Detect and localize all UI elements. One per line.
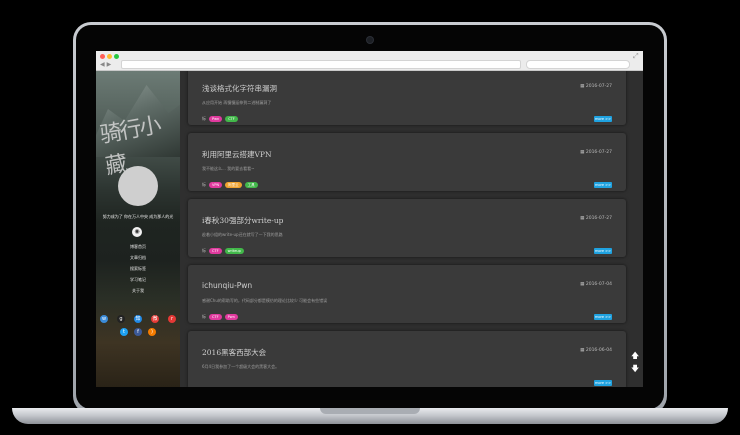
sidebar-item-archive[interactable]: 文章归档 (96, 252, 180, 263)
tag-label: 标 (202, 314, 206, 319)
post-date-text: 2016-06-04 (585, 348, 612, 353)
post-date: ▦ 2016-06-04 (580, 348, 612, 353)
more-button[interactable]: more >> (594, 116, 612, 122)
post-date: ▦ 2016-07-27 (580, 216, 612, 221)
sidebar-motto: 努力成为了 你在万人中央 成为那人的光 (102, 214, 174, 219)
sidebar-item-about[interactable]: 关于我 (96, 285, 180, 296)
post-excerpt: 感谢Chu的帮助写的，代码部分都是模仿的理论比较少 可能会有些错误 (202, 298, 328, 303)
sidebar-item-notes[interactable]: 学习笔记 (96, 274, 180, 285)
weibo-icon[interactable]: w (100, 315, 108, 323)
tag-label: 标 (202, 116, 206, 121)
tag[interactable]: Pwn (224, 314, 238, 320)
tag[interactable]: VPN (209, 182, 223, 188)
sidebar: 骑行小藏 努力成为了 你在万人中央 成为那人的光 ◉ 博客首页 文章归档 搜索标… (96, 71, 180, 387)
browser-toolbar: ◀▶ ⌕ ⤢ (96, 51, 643, 71)
tag[interactable]: CTF (209, 314, 222, 320)
nav-arrows-icon[interactable]: ◀▶ (100, 61, 113, 68)
sidebar-menu: 博客首页 文章归档 搜索标签 学习笔记 关于我 (96, 241, 180, 296)
post-date: ▦ 2016-07-27 (580, 150, 612, 155)
tag[interactable]: 工具 (244, 182, 258, 188)
post-excerpt: 趁着小组的write-up还在就写了一下我的思路 (202, 232, 283, 237)
post-excerpt: 我不能这么... 我的要去看看~ (202, 166, 255, 171)
rss-icon[interactable]: r (168, 315, 176, 323)
facebook-icon[interactable]: f (134, 328, 142, 336)
browser-search-input[interactable] (526, 60, 630, 69)
tag-label: 标 (202, 182, 206, 187)
post-date-text: 2016-07-27 (585, 84, 612, 89)
more-button[interactable]: more >> (594, 314, 612, 320)
more-button[interactable]: more >> (594, 248, 612, 254)
post-title[interactable]: ichunqiu-Pwn (202, 281, 252, 290)
post-date: ▦ 2016-07-27 (580, 84, 612, 89)
close-window-button[interactable] (100, 54, 105, 59)
address-bar[interactable] (121, 60, 521, 69)
post-excerpt: 从应用开始 再慢慢延伸到二进制漏洞了 (202, 100, 272, 105)
post-tags: 标 CTF writeup (202, 248, 244, 254)
post-card: 浅谈格式化字符串漏洞 ▦ 2016-07-27 从应用开始 再慢慢延伸到二进制漏… (188, 71, 626, 125)
tag[interactable]: CTF (209, 248, 222, 254)
laptop-notch (320, 408, 420, 414)
minimize-window-button[interactable] (107, 54, 112, 59)
zhihu-icon[interactable]: 知 (134, 315, 142, 323)
avatar[interactable] (118, 166, 158, 206)
tag[interactable]: writeup (224, 248, 244, 254)
post-excerpt: 6月4日我参加了一个超级大会的黑客大会。 (202, 364, 280, 369)
post-tags: 标 VPN 阿里云 工具 (202, 182, 258, 188)
fullscreen-icon[interactable]: ⤢ (633, 52, 639, 61)
twitter-icon[interactable]: t (120, 328, 128, 336)
weibo2-icon[interactable]: 微 (151, 315, 159, 323)
screen: ◀▶ ⌕ ⤢ 骑行小藏 努力成为了 你在万人中央 成为那人的光 ◉ 博客首页 文… (96, 51, 643, 387)
social-links: w g 知 微 r t f ) (100, 315, 176, 336)
post-date-text: 2016-07-27 (585, 150, 612, 155)
post-card: 2016黑客西部大会 ▦ 2016-06-04 6月4日我参加了一个超级大会的黑… (188, 331, 626, 387)
tag-label: 标 (202, 248, 206, 253)
post-card: i春秋30强部分write-up ▦ 2016-07-27 趁着小组的write… (188, 199, 626, 257)
feed-icon[interactable]: ) (148, 328, 156, 336)
post-tags: 标 CTF Pwn (202, 314, 238, 320)
post-title[interactable]: 浅谈格式化字符串漏洞 (202, 83, 277, 94)
more-button[interactable]: more >> (594, 380, 612, 386)
post-title[interactable]: 2016黑客西部大会 (202, 347, 266, 358)
post-title[interactable]: 利用阿里云搭建VPN (202, 149, 272, 160)
tag[interactable]: Pwn (209, 116, 223, 122)
maximize-window-button[interactable] (114, 54, 119, 59)
post-date: ▦ 2016-07-04 (580, 282, 612, 287)
tag[interactable]: 阿里云 (225, 182, 242, 188)
camera-icon (367, 37, 373, 43)
post-card: 利用阿里云搭建VPN ▦ 2016-07-27 我不能这么... 我的要去看看~… (188, 133, 626, 191)
github-icon[interactable]: ◉ (132, 227, 142, 237)
post-title[interactable]: i春秋30强部分write-up (202, 215, 283, 226)
post-date-text: 2016-07-27 (585, 216, 612, 221)
sidebar-item-home[interactable]: 博客首页 (96, 241, 180, 252)
post-card: ichunqiu-Pwn ▦ 2016-07-04 感谢Chu的帮助写的，代码部… (188, 265, 626, 323)
post-tags: 标 Pwn CTF (202, 116, 238, 122)
more-button[interactable]: more >> (594, 182, 612, 188)
sidebar-item-tags[interactable]: 搜索标签 (96, 263, 180, 274)
post-list: 浅谈格式化字符串漏洞 ▦ 2016-07-27 从应用开始 再慢慢延伸到二进制漏… (184, 71, 632, 387)
scroll-up-icon[interactable]: 🡅 (631, 350, 639, 364)
scroll-down-icon[interactable]: 🡇 (631, 363, 639, 377)
post-date-text: 2016-07-04 (585, 282, 612, 287)
tag[interactable]: CTF (225, 116, 238, 122)
github-icon[interactable]: g (117, 315, 125, 323)
